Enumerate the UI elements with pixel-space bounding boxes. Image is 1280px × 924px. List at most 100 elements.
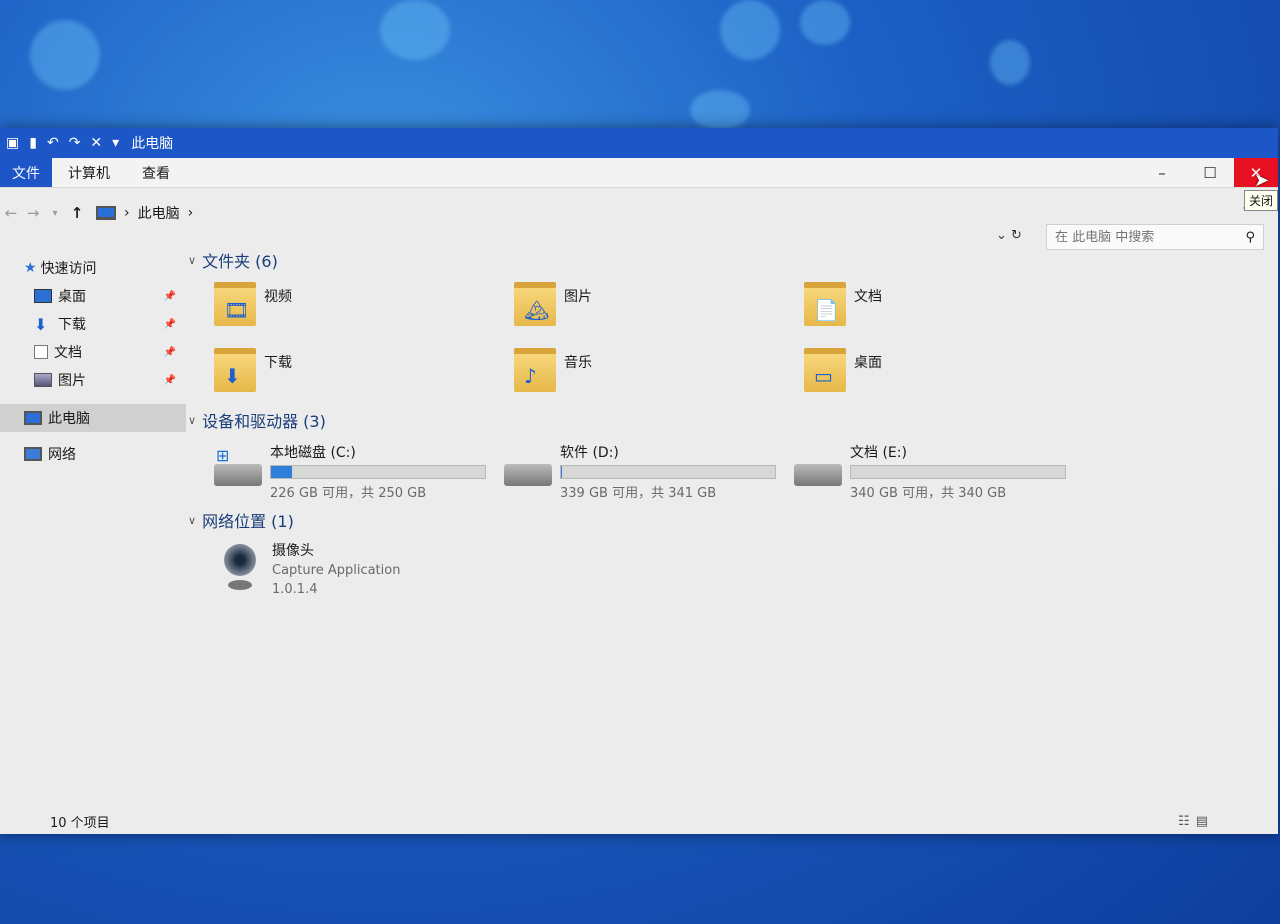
network-location-description: Capture Application bbox=[272, 563, 401, 578]
network-icon bbox=[24, 447, 42, 461]
mouse-cursor-icon: ➤ bbox=[1254, 170, 1270, 191]
desktop-folder-icon: ▭ bbox=[804, 348, 846, 392]
sidebar-item-label: 快速访问 bbox=[40, 261, 97, 277]
collapse-chevron-icon[interactable]: ∨ bbox=[188, 514, 196, 527]
documents-folder-icon: 📄 bbox=[804, 282, 846, 326]
delete-icon[interactable]: ✕ bbox=[90, 135, 102, 151]
sidebar-item-label: 图片 bbox=[58, 373, 86, 389]
group-title: 文件夹 (6) bbox=[202, 252, 278, 271]
network-location-item[interactable]: 摄像头 Capture Application 1.0.1.4 bbox=[218, 542, 1268, 599]
computer-icon bbox=[24, 411, 42, 425]
sidebar-item-downloads[interactable]: ⬇ 下载 📌 bbox=[0, 310, 186, 338]
folder-label: 视频 bbox=[264, 289, 292, 305]
drive-item[interactable]: ⊞ 本地磁盘 (C:) 226 GB 可用，共 250 GB bbox=[214, 442, 504, 502]
document-icon bbox=[34, 345, 48, 359]
folder-item[interactable]: ♪ 音乐 bbox=[514, 348, 804, 404]
sidebar-item-label: 文档 bbox=[54, 345, 82, 361]
up-button[interactable]: ↑ bbox=[66, 204, 88, 222]
wallpaper-bokeh bbox=[690, 90, 750, 130]
wallpaper-bokeh bbox=[800, 0, 850, 45]
desktop-icon bbox=[34, 289, 52, 303]
group-header-drives[interactable]: ∨ 设备和驱动器 (3) bbox=[188, 406, 1268, 434]
search-input[interactable] bbox=[1055, 229, 1246, 245]
tab-computer[interactable]: 计算机 bbox=[52, 158, 126, 187]
breadcrumb-separator-icon: › bbox=[124, 205, 130, 221]
music-folder-icon: ♪ bbox=[514, 348, 556, 392]
hard-drive-icon bbox=[794, 464, 842, 486]
folders-grid: 🎞 视频 🏔 图片 📄 文档 ⬇ 下载 ♪ 音乐 ▭ 桌面 bbox=[214, 282, 1268, 404]
group-header-folders[interactable]: ∨ 文件夹 (6) bbox=[188, 246, 1268, 274]
breadcrumb-this-pc[interactable]: 此电脑 bbox=[138, 203, 180, 223]
sidebar-item-label: 桌面 bbox=[58, 289, 86, 305]
pin-icon: 📌 bbox=[163, 346, 176, 358]
drive-free-space: 339 GB 可用，共 341 GB bbox=[560, 486, 717, 501]
drive-name: 本地磁盘 (C:) bbox=[270, 445, 356, 461]
drive-usage-fill bbox=[561, 466, 563, 478]
breadcrumb[interactable]: › 此电脑 › bbox=[96, 203, 193, 223]
minimize-button[interactable]: – bbox=[1138, 158, 1186, 187]
pin-icon: 📌 bbox=[163, 290, 176, 302]
address-dropdown-refresh-icons[interactable]: ⌄ ↻ bbox=[996, 228, 1022, 243]
ribbon-tabs: 文件 计算机 查看 – ☐ ✕ bbox=[0, 158, 1278, 188]
sidebar-item-desktop[interactable]: 桌面 📌 bbox=[0, 282, 186, 310]
folder-label: 下载 bbox=[264, 355, 292, 371]
folder-label: 音乐 bbox=[564, 355, 592, 371]
navigation-pane: ★ 快速访问 桌面 📌 ⬇ 下载 📌 文档 📌 图片 📌 此电脑 网络 bbox=[0, 254, 186, 814]
pin-icon: 📌 bbox=[163, 374, 176, 386]
sidebar-item-quick-access[interactable]: ★ 快速访问 bbox=[0, 254, 186, 282]
sidebar-item-documents[interactable]: 文档 📌 bbox=[0, 338, 186, 366]
sidebar-item-network[interactable]: 网络 bbox=[0, 440, 186, 468]
folder-item[interactable]: ▭ 桌面 bbox=[804, 348, 1104, 404]
folder-label: 图片 bbox=[564, 289, 592, 305]
quick-access-toolbar: ▣ ▮ ↶ ↷ ✕ ▾ bbox=[0, 135, 119, 151]
new-item-icon[interactable]: ▮ bbox=[29, 135, 37, 151]
customize-toolbar-icon[interactable]: ▾ bbox=[112, 135, 119, 151]
collapse-chevron-icon[interactable]: ∨ bbox=[188, 254, 196, 267]
group-header-network-locations[interactable]: ∨ 网络位置 (1) bbox=[188, 506, 1268, 534]
maximize-button[interactable]: ☐ bbox=[1186, 158, 1234, 187]
recent-locations-icon[interactable]: ▾ bbox=[44, 208, 66, 219]
drive-item[interactable]: 文档 (E:) 340 GB 可用，共 340 GB bbox=[794, 442, 1084, 502]
tab-file[interactable]: 文件 bbox=[0, 158, 52, 187]
status-bar: 10 个项目 ☷ ▤ bbox=[0, 808, 1278, 834]
item-count: 10 个项目 bbox=[50, 815, 110, 831]
folder-label: 文档 bbox=[854, 289, 882, 305]
hard-drive-icon bbox=[504, 464, 552, 486]
downloads-folder-icon: ⬇ bbox=[214, 348, 256, 392]
wallpaper-bokeh bbox=[30, 20, 100, 90]
folder-item[interactable]: ⬇ 下载 bbox=[214, 348, 514, 404]
drive-free-space: 340 GB 可用，共 340 GB bbox=[850, 486, 1007, 501]
folder-item[interactable]: 🏔 图片 bbox=[514, 282, 804, 338]
sidebar-item-pictures[interactable]: 图片 📌 bbox=[0, 366, 186, 394]
drive-free-space: 226 GB 可用，共 250 GB bbox=[270, 486, 427, 501]
window-title: 此电脑 bbox=[131, 136, 174, 152]
view-switcher: ☷ ▤ bbox=[1178, 814, 1208, 829]
drive-usage-bar bbox=[560, 465, 776, 479]
pictures-folder-icon: 🏔 bbox=[514, 282, 556, 326]
drives-list: ⊞ 本地磁盘 (C:) 226 GB 可用，共 250 GB 软件 (D:) 3… bbox=[214, 442, 1268, 502]
folder-item[interactable]: 🎞 视频 bbox=[214, 282, 514, 338]
content-pane: ∨ 文件夹 (6) 🎞 视频 🏔 图片 📄 文档 ⬇ 下载 ♪ 音乐 ▭ 桌面 … bbox=[188, 246, 1268, 816]
details-view-icon[interactable]: ☷ bbox=[1178, 814, 1190, 829]
undo-icon[interactable]: ↶ bbox=[47, 135, 59, 151]
title-bar: ▣ ▮ ↶ ↷ ✕ ▾ 此电脑 bbox=[0, 128, 1278, 158]
redo-icon[interactable]: ↷ bbox=[69, 135, 81, 151]
back-button[interactable]: ← bbox=[0, 204, 22, 222]
drive-item[interactable]: 软件 (D:) 339 GB 可用，共 341 GB bbox=[504, 442, 794, 502]
tab-view[interactable]: 查看 bbox=[126, 158, 186, 187]
picture-icon bbox=[34, 373, 52, 387]
file-explorer-window: ▣ ▮ ↶ ↷ ✕ ▾ 此电脑 文件 计算机 查看 – ☐ ✕ 关闭 ⌄ ← →… bbox=[0, 128, 1278, 834]
collapse-chevron-icon[interactable]: ∨ bbox=[188, 414, 196, 427]
webcam-icon bbox=[218, 542, 262, 594]
wallpaper-bokeh bbox=[720, 0, 780, 60]
forward-button[interactable]: → bbox=[22, 204, 44, 222]
search-icon[interactable]: ⚲ bbox=[1245, 230, 1255, 245]
sidebar-item-this-pc[interactable]: 此电脑 bbox=[0, 404, 186, 432]
folder-item[interactable]: 📄 文档 bbox=[804, 282, 1104, 338]
large-icons-view-icon[interactable]: ▤ bbox=[1196, 814, 1208, 829]
pin-icon: 📌 bbox=[163, 318, 176, 330]
network-location-version: 1.0.1.4 bbox=[272, 582, 318, 597]
folder-label: 桌面 bbox=[854, 355, 882, 371]
drive-name: 文档 (E:) bbox=[850, 445, 907, 461]
group-title: 设备和驱动器 (3) bbox=[202, 412, 326, 431]
